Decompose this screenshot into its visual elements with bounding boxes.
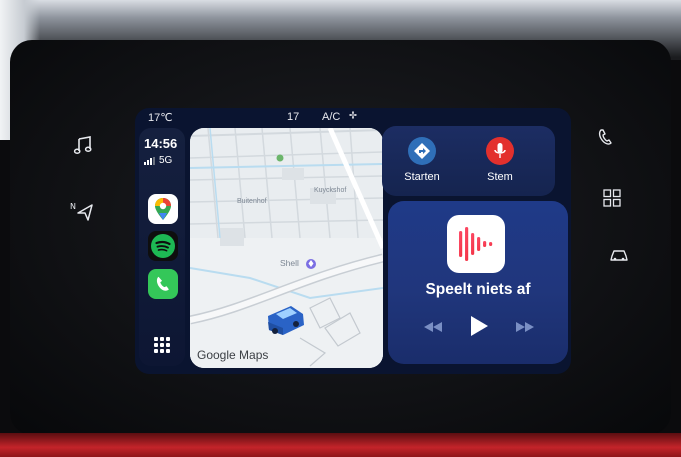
fast-forward-icon[interactable] bbox=[514, 320, 536, 339]
network-type: 5G bbox=[159, 155, 173, 166]
fan-icon bbox=[347, 109, 359, 124]
temperature-readout: 17℃ bbox=[148, 112, 173, 124]
carplay-screen: 17℃ 17 A/C 14:56 5G Buitenhof Kuyckshof … bbox=[135, 108, 571, 374]
siri-suggestions-card: Starten Stem bbox=[382, 126, 555, 196]
stem-label: Stem bbox=[487, 171, 513, 183]
map-roads bbox=[190, 128, 383, 368]
phone-handset-icon[interactable] bbox=[591, 122, 621, 152]
music-note-icon[interactable] bbox=[68, 130, 98, 160]
google-maps-icon[interactable] bbox=[148, 194, 178, 224]
clock: 14:56 bbox=[144, 136, 178, 151]
fan-level: 17 bbox=[287, 111, 300, 123]
grid-menu-icon[interactable] bbox=[597, 183, 627, 213]
svg-text:N: N bbox=[70, 202, 76, 211]
stem-button[interactable]: Stem bbox=[472, 137, 528, 183]
spotify-icon[interactable] bbox=[148, 231, 178, 261]
navigation-diamond-icon bbox=[408, 137, 436, 165]
now-playing-card[interactable]: Speelt niets af bbox=[388, 201, 568, 364]
signal-bars-icon bbox=[144, 156, 155, 165]
poi-label-shell: Shell bbox=[280, 258, 299, 268]
network-status: 5G bbox=[144, 155, 172, 166]
play-icon[interactable] bbox=[468, 314, 490, 343]
starten-label: Starten bbox=[404, 171, 440, 183]
street-label: Buitenhof bbox=[237, 198, 267, 205]
phone-icon[interactable] bbox=[148, 269, 178, 299]
ac-label: A/C bbox=[322, 111, 341, 123]
carplay-dock: 14:56 5G bbox=[139, 128, 185, 366]
now-playing-status: Speelt niets af bbox=[425, 281, 531, 298]
microphone-icon bbox=[486, 137, 514, 165]
street-label: Kuyckshof bbox=[314, 187, 347, 194]
app-grid-icon[interactable] bbox=[153, 336, 171, 354]
google-maps-logo: Google Maps bbox=[197, 348, 269, 362]
rewind-icon[interactable] bbox=[422, 320, 444, 339]
status-bar: 17℃ 17 A/C bbox=[135, 108, 571, 126]
starten-button[interactable]: Starten bbox=[394, 137, 450, 183]
navigation-icon[interactable]: N bbox=[68, 196, 98, 226]
map-view[interactable]: Buitenhof Kuyckshof Shell Google Maps bbox=[190, 128, 383, 368]
car-icon[interactable] bbox=[604, 240, 634, 270]
dashboard-red-trim bbox=[0, 433, 681, 457]
apple-music-icon bbox=[447, 215, 505, 273]
